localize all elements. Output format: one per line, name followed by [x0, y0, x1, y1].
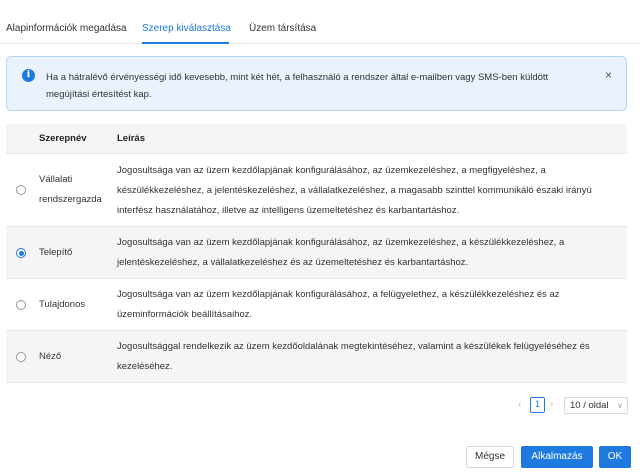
- alert-message: Ha a hátralévő érvényességi idő kevesebb…: [46, 72, 549, 100]
- apply-button[interactable]: Alkalmazás: [521, 446, 593, 468]
- table-row[interactable]: Tulajdonos Jogosultsága van az üzem kezd…: [6, 279, 627, 331]
- info-alert: i Ha a hátralévő érvényességi idő kevese…: [6, 56, 627, 111]
- table-row[interactable]: Telepítő Jogosultsága van az üzem kezdől…: [6, 227, 627, 279]
- role-table: Szerepnév Leírás Vállalati rendszergazda…: [6, 124, 627, 383]
- info-icon: i: [22, 69, 35, 82]
- role-description: Jogosultsággal rendelkezik az üzem kezdő…: [117, 341, 590, 372]
- page-size-select[interactable]: 10 / oldal ∨: [564, 397, 628, 414]
- role-radio[interactable]: [16, 185, 26, 195]
- role-description: Jogosultsága van az üzem kezdőlapjának k…: [117, 165, 592, 216]
- column-header-role: Szerepnév: [39, 133, 87, 144]
- tab-bar: Alapinformációk megadása Szerep kiválasz…: [0, 0, 640, 44]
- role-radio[interactable]: [16, 300, 26, 310]
- table-header: Szerepnév Leírás: [6, 124, 627, 154]
- role-name: Vállalati rendszergazda: [39, 174, 102, 205]
- page-number-button[interactable]: 1: [530, 397, 545, 413]
- tab-basic-info[interactable]: Alapinformációk megadása: [6, 23, 127, 34]
- role-name: Telepítő: [39, 247, 73, 258]
- role-radio[interactable]: [16, 248, 26, 258]
- tab-plant-association[interactable]: Üzem társítása: [249, 23, 316, 34]
- close-icon[interactable]: ×: [605, 68, 612, 82]
- role-description: Jogosultsága van az üzem kezdőlapjának k…: [117, 237, 565, 268]
- active-tab-indicator: [142, 42, 229, 44]
- column-header-description: Leírás: [117, 133, 145, 144]
- pagination: ‹ 1 › 10 / oldal ∨: [0, 396, 640, 416]
- role-name: Tulajdonos: [39, 299, 86, 310]
- tab-role-selection[interactable]: Szerep kiválasztása: [142, 23, 231, 34]
- chevron-left-icon[interactable]: ‹: [518, 399, 521, 410]
- table-row[interactable]: Néző Jogosultsággal rendelkezik az üzem …: [6, 331, 627, 383]
- table-row[interactable]: Vállalati rendszergazda Jogosultsága van…: [6, 154, 627, 227]
- ok-button[interactable]: OK: [599, 446, 631, 468]
- chevron-down-icon: ∨: [617, 401, 623, 410]
- cancel-button[interactable]: Mégse: [466, 446, 514, 468]
- page-size-value: 10 / oldal: [570, 400, 609, 411]
- role-name: Néző: [39, 351, 62, 362]
- chevron-right-icon[interactable]: ›: [550, 399, 553, 410]
- role-radio[interactable]: [16, 352, 26, 362]
- role-description: Jogosultsága van az üzem kezdőlapjának k…: [117, 289, 560, 320]
